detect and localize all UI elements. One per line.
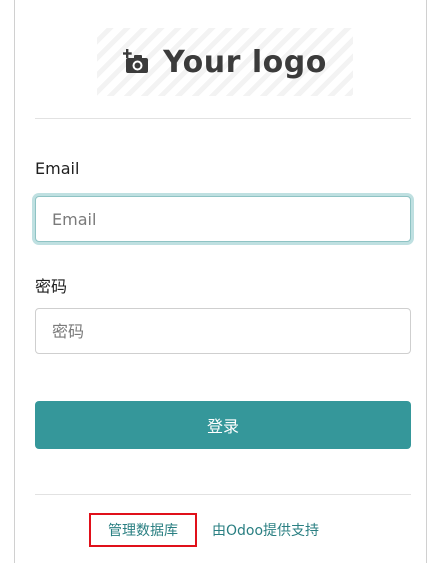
footer-divider [35, 494, 411, 495]
company-logo: Your logo [97, 28, 353, 96]
powered-by-odoo-link[interactable]: 由Odoo提供支持 [212, 513, 319, 547]
email-label: Email [35, 159, 80, 178]
email-field[interactable] [35, 196, 411, 242]
password-field[interactable] [35, 308, 411, 354]
header-divider [35, 118, 411, 119]
logo-content: Your logo [122, 44, 327, 80]
camera-add-icon [122, 48, 151, 76]
manage-databases-link[interactable]: 管理数据库 [89, 513, 197, 547]
footer: 管理数据库 由Odoo提供支持 [15, 513, 428, 549]
login-card: Your logo Email 密码 登录 管理数据库 由Odoo提供支持 [14, 0, 427, 563]
logo-text: Your logo [163, 44, 327, 80]
password-label: 密码 [35, 277, 68, 296]
login-button[interactable]: 登录 [35, 401, 411, 449]
